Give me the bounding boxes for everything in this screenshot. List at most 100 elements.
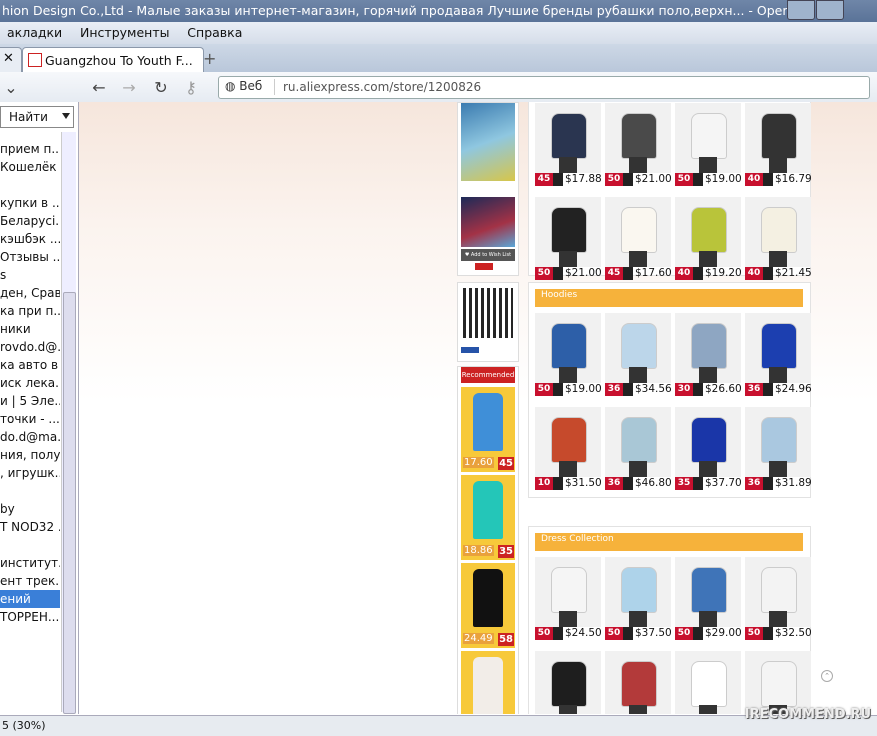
product-card[interactable]: 45 $17.88 [535,103,602,187]
product-card[interactable]: 50 $29.00 [675,557,742,641]
menu-help[interactable]: Справка [180,22,249,43]
product-card[interactable]: 40 $19.20 [675,197,742,281]
product-card[interactable]: 50 $21.00 [605,103,672,187]
product-card[interactable]: 50 $37.50 [605,557,672,641]
minimize-button[interactable] [787,0,815,20]
aliexpress-favicon-icon [28,53,42,67]
product-model-legs [629,705,647,714]
recommended-item-photo [473,481,503,539]
product-photo [675,407,741,477]
panel-list-item[interactable]: купки в ... [0,194,60,212]
back-icon[interactable]: ← [88,78,110,97]
panel-list-item[interactable]: институт... [0,554,60,572]
panel-list-item[interactable]: by [0,500,60,518]
address-field[interactable]: ◍ Веб ru.aliexpress.com/store/1200826 [218,76,870,99]
key-icon[interactable]: ⚷ [180,78,202,97]
tab-active[interactable]: Guangzhou To Youth F... [22,47,204,72]
panel-list-item[interactable]: rovdo.d@... [0,338,60,356]
panel-list-item[interactable]: do.d@ma... [0,428,60,446]
product-card[interactable]: 50 $32.50 [745,557,812,641]
product-card[interactable]: 50 $19.00 [675,103,742,187]
recommended-item[interactable]: 22.3920 [461,651,515,714]
panel-list-item[interactable]: и | 5 Эле... [0,392,60,410]
discount-badge: 36 [745,477,763,490]
product-card[interactable]: 40 $21.45 [745,197,812,281]
panel-list-item[interactable]: ники [0,320,60,338]
product-model-legs [629,611,647,627]
product-card[interactable]: 36 $31.89 [745,407,812,491]
panel-list-item[interactable] [0,482,60,500]
product-model-legs [699,367,717,383]
product-card[interactable] [605,651,671,714]
product-card[interactable]: 36 $46.80 [605,407,672,491]
panel-list-item[interactable]: Кошелёк ... [0,158,60,176]
tab-previous[interactable]: ✕ [0,47,22,72]
product-card[interactable]: 40 $16.79 [745,103,812,187]
product-garment [691,661,727,707]
promo-image-top[interactable] [461,103,515,181]
product-card[interactable] [675,651,741,714]
panel-list-item[interactable]: T NOD32 ... [0,518,60,536]
product-model-legs [699,461,717,477]
panel-list-item[interactable]: ТОРРЕН... [0,608,60,626]
product-card[interactable]: 50 $19.00 [535,313,602,397]
panel-list-item[interactable]: s [0,266,60,284]
panel-list-item[interactable] [0,176,60,194]
close-tab-icon[interactable]: ✕ [3,51,14,66]
panel-toggle-icon[interactable]: ⌄ [0,78,22,97]
product-price: $34.56 [635,383,672,395]
product-card[interactable]: 36 $34.56 [605,313,672,397]
product-card[interactable] [745,651,811,714]
recommended-item[interactable]: 24.49 58 [461,563,515,648]
product-price: $26.60 [705,383,742,395]
off-tag-icon [553,173,563,186]
panel-scrollbar[interactable] [61,132,76,714]
panel-list-item[interactable]: , игрушк... [0,464,60,482]
wish-list-button[interactable]: ♥ Add to Wish List [461,249,515,261]
product-section: Dress Collection 50 $24.50 50 $37.50 50 $29.00… [528,526,812,714]
follow-badge[interactable] [475,263,493,270]
panel-list-item[interactable]: ден, Срав... [0,284,60,302]
recommended-item[interactable]: 17.60 45 [461,387,515,472]
product-card[interactable]: 35 $37.70 [675,407,742,491]
panel-list-item[interactable]: кэшбэк ... [0,230,60,248]
off-tag-icon [763,267,773,280]
product-card[interactable]: 30 $26.60 [675,313,742,397]
scrollbar-thumb[interactable] [63,292,76,714]
promo-image-bottom[interactable] [461,197,515,247]
product-photo [605,651,671,714]
product-card[interactable]: 50 $24.50 [535,557,602,641]
maximize-button[interactable] [816,0,844,20]
panel-list-item[interactable]: точки - ... [0,410,60,428]
panel-list-item[interactable]: ка при п... [0,302,60,320]
panel-list-item[interactable] [0,536,60,554]
panel-search-dropdown[interactable]: Найти [0,106,74,128]
panel-list-item[interactable]: иск лека... [0,374,60,392]
app-logo-icon [461,347,479,353]
forward-icon[interactable]: → [118,78,140,97]
scroll-top-icon[interactable]: ⌃ [821,670,833,682]
recommended-item[interactable]: 18.86 35 [461,475,515,560]
product-garment [551,661,587,707]
product-model-legs [629,461,647,477]
discount-badge: 36 [745,383,763,396]
menu-bookmarks[interactable]: акладки [0,22,69,43]
new-tab-icon[interactable]: + [203,49,216,68]
product-card[interactable]: 50 $21.00 [535,197,602,281]
reload-icon[interactable]: ↻ [150,78,172,97]
panel-list-item[interactable]: ент трек... [0,572,60,590]
menu-tools[interactable]: Инструменты [73,22,176,43]
product-card[interactable] [535,651,601,714]
product-card[interactable]: 10 $31.50 [535,407,602,491]
product-card[interactable]: 36 $24.96 [745,313,812,397]
panel-list-item[interactable]: ния, полу... [0,446,60,464]
panel-list-item[interactable]: Отзывы ... [0,248,60,266]
product-card[interactable]: 45 $17.60 [605,197,672,281]
discount-badge: 50 [535,627,553,640]
product-model-legs [769,367,787,383]
panel-list-item[interactable]: Беларусі... [0,212,60,230]
panel-list-item[interactable]: ений [0,590,60,608]
panel-list-item[interactable]: ка авто в ... [0,356,60,374]
product-photo [745,197,811,267]
panel-list-item[interactable]: прием п... [0,140,60,158]
